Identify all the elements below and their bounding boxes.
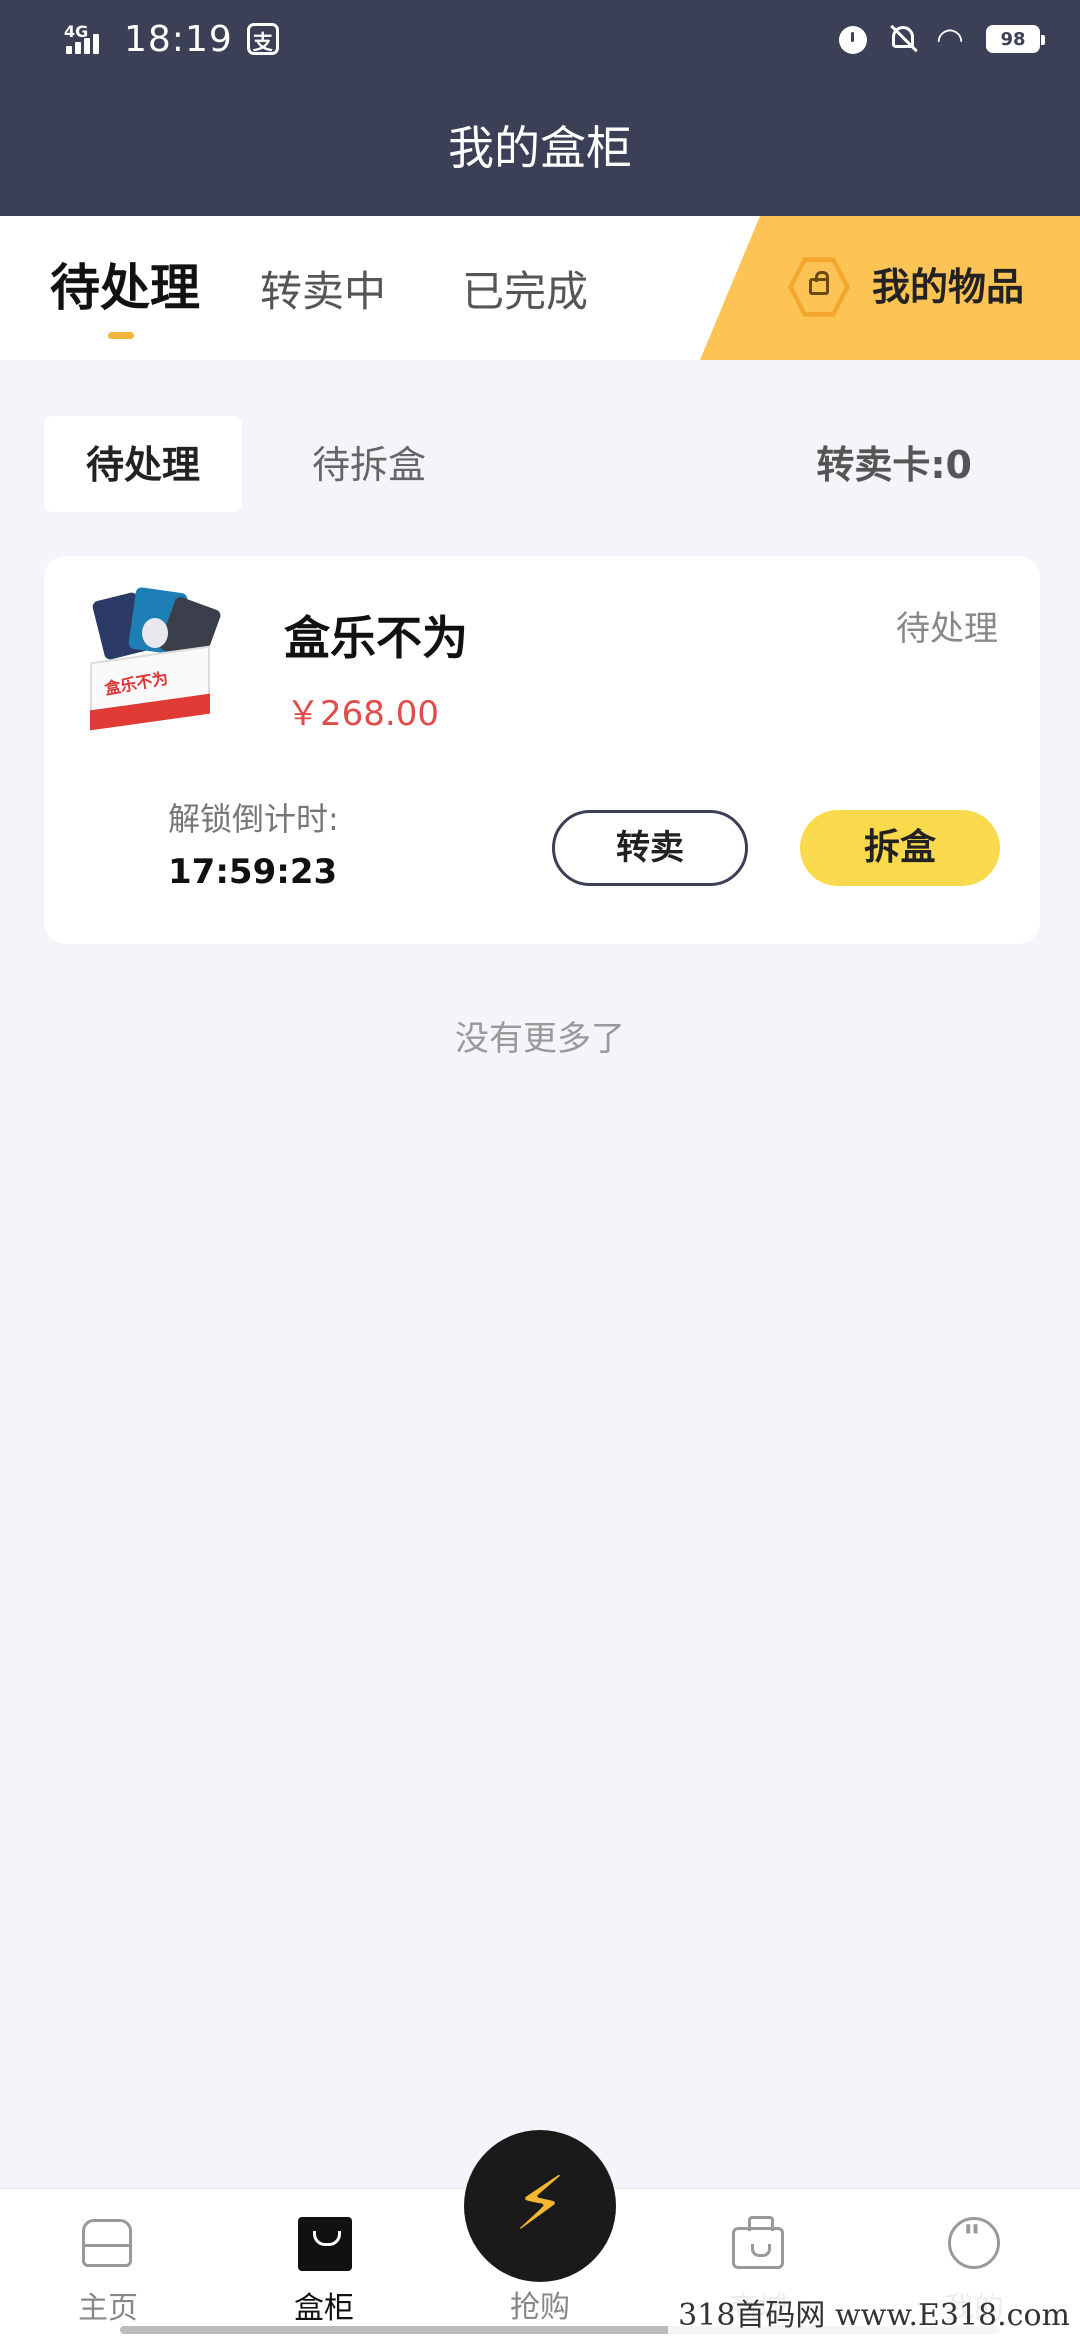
cabinet-bag-icon xyxy=(298,2217,352,2271)
active-tab-indicator xyxy=(108,332,134,339)
status-time: 18:19 xyxy=(124,18,233,60)
my-items-button[interactable]: 我的物品 xyxy=(700,216,1080,360)
product-price: ￥268.00 xyxy=(286,694,439,734)
nav-home[interactable]: 主页 xyxy=(38,2189,178,2341)
order-status: 待处理 xyxy=(896,609,998,649)
resell-button[interactable]: 转卖 xyxy=(552,810,748,886)
nav-flash-sale-label: 抢购 xyxy=(510,2290,570,2325)
bag-icon xyxy=(788,257,850,317)
watermark: 318首码网 www.E318.com xyxy=(668,2292,1080,2340)
order-card[interactable]: 盒乐不为 盒乐不为 ￥268.00 待处理 解锁倒计时: 17:59:23 转卖… xyxy=(44,556,1040,944)
app-header: 4G 18:19 支 ◠ 98 我的盒柜 xyxy=(0,0,1080,216)
list-end-text: 没有更多了 xyxy=(455,1019,625,1059)
resale-card-count: 转卖卡:0 xyxy=(816,443,972,487)
nav-cabinet[interactable]: 盒柜 xyxy=(254,2189,394,2341)
battery-level: 98 xyxy=(1000,28,1026,50)
blind-box-image: 盒乐不为 xyxy=(80,586,230,731)
main-tab-bar: 待处理 转卖中 已完成 我的物品 xyxy=(0,216,1080,360)
my-items-label: 我的物品 xyxy=(872,265,1025,309)
flash-sale-button[interactable]: ⚡ xyxy=(464,2130,616,2282)
product-name: 盒乐不为 xyxy=(284,611,468,665)
subtab-pending[interactable]: 待处理 xyxy=(86,440,200,490)
countdown-label: 解锁倒计时: xyxy=(168,800,339,838)
tab-pending[interactable]: 待处理 xyxy=(50,260,200,316)
nav-cabinet-label: 盒柜 xyxy=(294,2291,354,2326)
status-bar-right: ◠ 98 xyxy=(836,20,1045,58)
lightning-icon: ⚡ xyxy=(514,2161,566,2247)
status-bar-left: 4G 18:19 支 xyxy=(62,18,279,60)
alarm-icon xyxy=(836,22,870,56)
tab-reselling[interactable]: 转卖中 xyxy=(260,264,386,320)
tab-completed[interactable]: 已完成 xyxy=(462,264,588,320)
page-title: 我的盒柜 xyxy=(448,121,632,175)
mute-bell-icon xyxy=(886,22,920,56)
nav-home-label: 主页 xyxy=(78,2291,138,2326)
subtab-to-open[interactable]: 待拆盒 xyxy=(312,440,426,490)
home-icon xyxy=(82,2217,134,2269)
countdown-timer: 17:59:23 xyxy=(168,852,338,892)
battery-icon: 98 xyxy=(986,25,1045,53)
wifi-icon: ◠ xyxy=(936,20,964,58)
shopping-bag-icon xyxy=(732,2216,784,2269)
open-box-button[interactable]: 拆盒 xyxy=(800,810,1000,886)
profile-chat-icon xyxy=(948,2217,1000,2269)
alipay-icon: 支 xyxy=(246,23,279,55)
signal-icon: 4G xyxy=(62,18,110,60)
